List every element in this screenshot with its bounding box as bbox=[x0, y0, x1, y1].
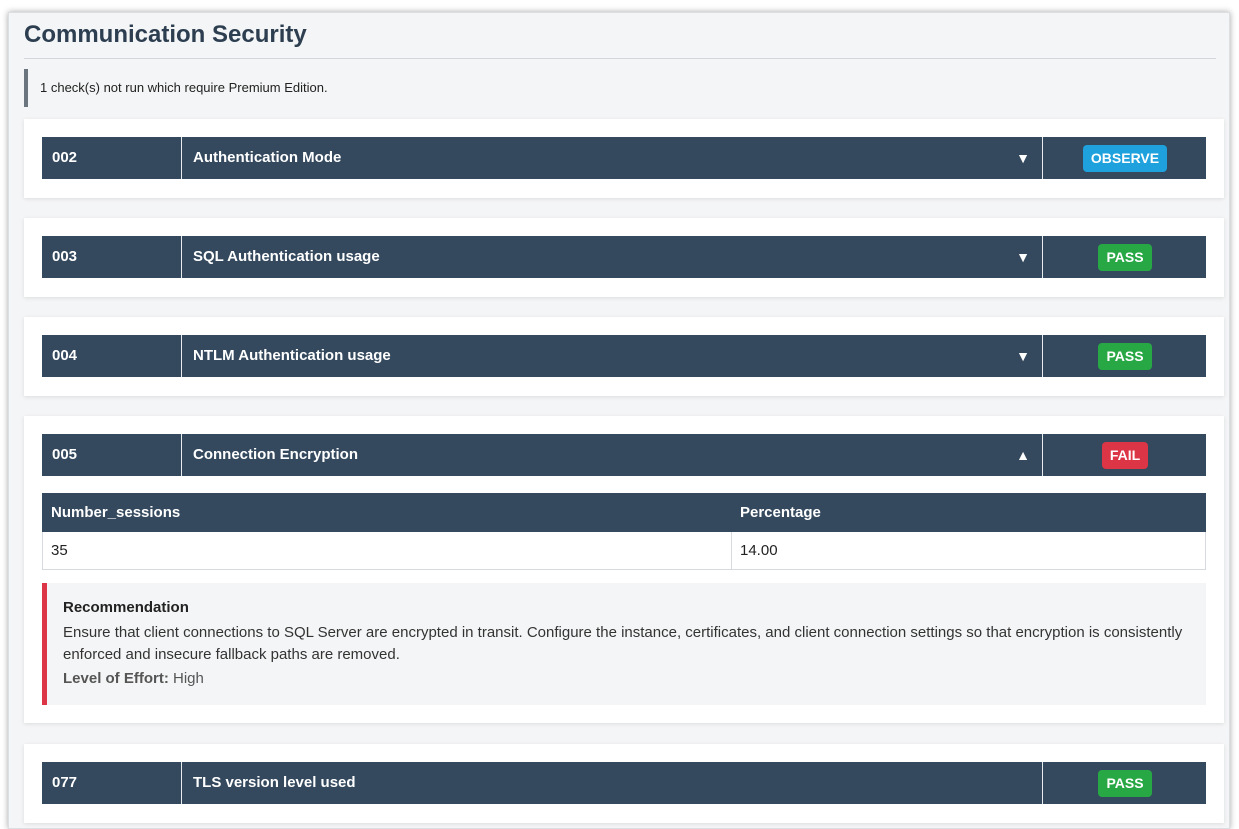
check-name: NTLM Authentication usage ▼ bbox=[183, 335, 1043, 377]
table-row: 35 14.00 bbox=[42, 531, 1206, 570]
table-cell: 14.00 bbox=[731, 531, 1206, 570]
status-badge: PASS bbox=[1098, 769, 1152, 797]
check-header-003[interactable]: 003 SQL Authentication usage ▼ PASS bbox=[42, 236, 1206, 278]
check-card-005: 005 Connection Encryption ▲ FAIL Number_… bbox=[24, 416, 1224, 723]
check-name-label: TLS version level used bbox=[193, 774, 356, 791]
check-id: 005 bbox=[42, 434, 182, 476]
check-status: PASS bbox=[1044, 236, 1206, 278]
check-name: TLS version level used bbox=[183, 762, 1043, 804]
expand-arrow-icon[interactable]: ▼ bbox=[1016, 335, 1030, 377]
check-status: PASS bbox=[1044, 762, 1206, 804]
effort-label: Level of Effort: bbox=[63, 670, 169, 687]
recommendation-text: Ensure that client connections to SQL Se… bbox=[63, 624, 1183, 663]
check-name: Authentication Mode ▼ bbox=[183, 137, 1043, 179]
check-header-005[interactable]: 005 Connection Encryption ▲ FAIL bbox=[42, 434, 1206, 476]
check-name: Connection Encryption ▲ bbox=[183, 434, 1043, 476]
check-name-label: Authentication Mode bbox=[193, 149, 342, 166]
check-id: 003 bbox=[42, 236, 182, 278]
check-header-002[interactable]: 002 Authentication Mode ▼ OBSERVE bbox=[42, 137, 1206, 179]
check-name: SQL Authentication usage ▼ bbox=[183, 236, 1043, 278]
check-name-label: Connection Encryption bbox=[193, 446, 358, 463]
check-card-002: 002 Authentication Mode ▼ OBSERVE bbox=[24, 119, 1224, 198]
check-status: FAIL bbox=[1044, 434, 1206, 476]
status-badge: PASS bbox=[1098, 342, 1152, 370]
section-title: Communication Security bbox=[24, 21, 307, 48]
check-id: 004 bbox=[42, 335, 182, 377]
check-id: 077 bbox=[42, 762, 182, 804]
communication-security-panel: Communication Security 1 check(s) not ru… bbox=[8, 12, 1230, 829]
check-card-004: 004 NTLM Authentication usage ▼ PASS bbox=[24, 317, 1224, 396]
expand-arrow-icon[interactable]: ▼ bbox=[1016, 137, 1030, 179]
result-table: Number_sessions Percentage 35 14.00 bbox=[42, 493, 1206, 570]
recommendation-title: Recommendation bbox=[63, 599, 189, 616]
check-card-003: 003 SQL Authentication usage ▼ PASS bbox=[24, 218, 1224, 297]
check-status: OBSERVE bbox=[1044, 137, 1206, 179]
collapse-arrow-icon[interactable]: ▲ bbox=[1016, 434, 1030, 476]
check-card-077: 077 TLS version level used PASS bbox=[24, 744, 1224, 823]
table-cell: 35 bbox=[42, 531, 732, 570]
recommendation-box: Recommendation Ensure that client connec… bbox=[42, 583, 1206, 705]
check-status: PASS bbox=[1044, 335, 1206, 377]
check-name-label: NTLM Authentication usage bbox=[193, 347, 391, 364]
effort-value: High bbox=[173, 670, 204, 687]
check-header-077[interactable]: 077 TLS version level used PASS bbox=[42, 762, 1206, 804]
check-header-004[interactable]: 004 NTLM Authentication usage ▼ PASS bbox=[42, 335, 1206, 377]
check-name-label: SQL Authentication usage bbox=[193, 248, 380, 265]
expand-arrow-icon[interactable]: ▼ bbox=[1016, 236, 1030, 278]
status-badge: PASS bbox=[1098, 243, 1152, 271]
status-badge: OBSERVE bbox=[1082, 144, 1168, 172]
table-header-row: Number_sessions Percentage bbox=[42, 493, 1206, 532]
status-badge: FAIL bbox=[1101, 441, 1149, 469]
check-id: 002 bbox=[42, 137, 182, 179]
title-divider bbox=[24, 58, 1216, 59]
premium-notice: 1 check(s) not run which require Premium… bbox=[24, 69, 1216, 107]
column-header: Percentage bbox=[731, 493, 1206, 532]
column-header: Number_sessions bbox=[42, 493, 732, 532]
level-of-effort: Level of Effort: High bbox=[63, 670, 1190, 687]
